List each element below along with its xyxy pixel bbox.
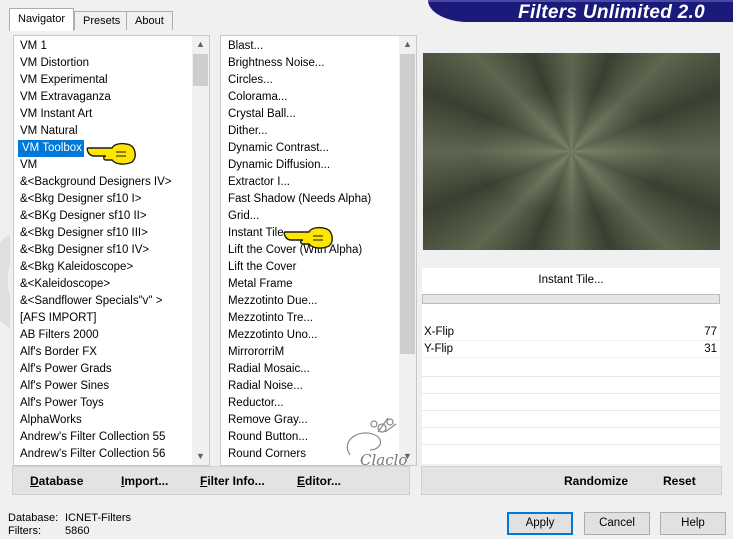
param-value: 77: [704, 326, 717, 338]
database-button[interactable]: Database: [30, 474, 83, 488]
param-row-xflip[interactable]: X-Flip 77: [422, 324, 720, 341]
tab-about[interactable]: About: [126, 11, 173, 30]
category-scrollbar[interactable]: ▲ ▼: [192, 36, 209, 465]
list-item[interactable]: Crystal Ball...: [221, 106, 371, 123]
tab-presets[interactable]: Presets: [74, 11, 130, 30]
list-item[interactable]: &<Bkg Designer sf10 III>: [14, 225, 172, 242]
list-item[interactable]: Radial Mosaic...: [221, 361, 371, 378]
category-list[interactable]: VM 1 VM Distortion VM Experimental VM Extra…: [13, 35, 210, 466]
list-item[interactable]: Dynamic Contrast...: [221, 140, 371, 157]
help-button[interactable]: Help: [660, 512, 726, 535]
filter-list[interactable]: Blast... Brightness Noise... Circles... Col…: [220, 35, 417, 466]
filter-parameters: Instant Tile... X-Flip 77 Y-Flip 31: [422, 268, 720, 464]
list-item[interactable]: AB Filters 2000: [14, 327, 172, 344]
scroll-up-icon[interactable]: ▲: [192, 36, 209, 53]
param-row-yflip[interactable]: Y-Flip 31: [422, 341, 720, 358]
list-item[interactable]: Mezzotinto Uno...: [221, 327, 371, 344]
filter-name-display: Instant Tile...: [538, 274, 604, 286]
list-item[interactable]: &<Bkg Kaleidoscope>: [14, 259, 172, 276]
scroll-thumb[interactable]: [400, 54, 415, 354]
list-item[interactable]: &<Sandflower Specials"v" >: [14, 293, 172, 310]
scroll-down-icon[interactable]: ▼: [192, 448, 209, 465]
list-item[interactable]: AlphaWorks: [14, 412, 172, 429]
cancel-button[interactable]: Cancel: [584, 512, 650, 535]
app-title: Filters Unlimited 2.0: [518, 2, 705, 23]
filter-items: Blast... Brightness Noise... Circles... Col…: [221, 38, 371, 465]
list-item[interactable]: Grid...: [221, 208, 371, 225]
list-item[interactable]: &<Background Designers IV>: [14, 174, 172, 191]
list-item[interactable]: Alf's Power Toys: [14, 395, 172, 412]
progress-bar: [422, 294, 720, 304]
list-item[interactable]: Andrew's Filter Collection 56: [14, 446, 172, 463]
list-item[interactable]: Mezzotinto Tre...: [221, 310, 371, 327]
filter-scrollbar[interactable]: ▲ ▼: [399, 36, 416, 465]
apply-button[interactable]: Apply: [507, 512, 573, 535]
list-item[interactable]: VM Instant Art: [14, 106, 172, 123]
database-label: Database:: [8, 512, 59, 524]
editor-button[interactable]: Editor...: [297, 474, 341, 488]
list-item[interactable]: &<Kaleidoscope>: [14, 276, 172, 293]
pointing-hand-icon: [283, 226, 333, 249]
list-item[interactable]: VM 1: [14, 38, 172, 55]
param-row-empty: [422, 444, 720, 445]
scroll-thumb[interactable]: [193, 54, 208, 86]
filters-count-label: Filters:: [8, 525, 41, 537]
list-item[interactable]: Colorama...: [221, 89, 371, 106]
list-item[interactable]: Brightness Noise...: [221, 55, 371, 72]
reset-button[interactable]: Reset: [663, 474, 696, 488]
param-row-empty: [422, 427, 720, 428]
signature-logo: Claclo: [346, 417, 407, 469]
list-item[interactable]: Alf's Power Grads: [14, 361, 172, 378]
list-item[interactable]: Metal Frame: [221, 276, 371, 293]
list-item[interactable]: Mezzotinto Due...: [221, 293, 371, 310]
list-item[interactable]: Dynamic Diffusion...: [221, 157, 371, 174]
list-item[interactable]: Alf's Power Sines: [14, 378, 172, 395]
list-item[interactable]: &<Bkg Designer sf10 IV>: [14, 242, 172, 259]
list-item[interactable]: Fast Shadow (Needs Alpha): [221, 191, 371, 208]
list-item[interactable]: Circles...: [221, 72, 371, 89]
param-row-empty: [422, 376, 720, 377]
list-item[interactable]: VM Natural: [14, 123, 172, 140]
randomize-button[interactable]: Randomize: [564, 474, 628, 488]
param-label: Y-Flip: [424, 343, 453, 355]
tab-navigator[interactable]: Navigator: [9, 8, 75, 31]
filter-info-button[interactable]: Filter Info...: [200, 474, 265, 488]
list-item[interactable]: [AFS IMPORT]: [14, 310, 172, 327]
list-item[interactable]: Alf's Border FX: [14, 344, 172, 361]
list-item[interactable]: VM Toolbox: [18, 140, 84, 157]
list-item[interactable]: Dither...: [221, 123, 371, 140]
left-button-bar: Database Import... Filter Info... Editor…: [12, 466, 410, 495]
param-row-empty: [422, 410, 720, 411]
param-label: X-Flip: [424, 326, 455, 338]
list-item[interactable]: &<Bkg Designer sf10 I>: [14, 191, 172, 208]
category-items: VM 1 VM Distortion VM Experimental VM Extra…: [14, 38, 172, 465]
list-item[interactable]: VM Experimental: [14, 72, 172, 89]
list-item[interactable]: VM Distortion: [14, 55, 172, 72]
list-item[interactable]: VM Extravaganza: [14, 89, 172, 106]
right-button-bar: Randomize Reset: [421, 466, 722, 495]
param-value: 31: [704, 343, 717, 355]
list-item[interactable]: Blast...: [221, 38, 371, 55]
import-button[interactable]: Import...: [121, 474, 168, 488]
filter-preview: [423, 53, 720, 250]
database-value: ICNET-Filters: [65, 512, 131, 524]
filters-count-value: 5860: [65, 525, 90, 537]
list-item[interactable]: Radial Noise...: [221, 378, 371, 395]
app-logo-banner: Filters Unlimited 2.0: [428, 0, 733, 23]
pointing-hand-icon: [86, 142, 136, 165]
list-item[interactable]: Extractor I...: [221, 174, 371, 191]
list-item[interactable]: Lift the Cover: [221, 259, 371, 276]
list-item[interactable]: Andrew's Filter Collection 55: [14, 429, 172, 446]
list-item[interactable]: MirrororriM: [221, 344, 371, 361]
scroll-up-icon[interactable]: ▲: [399, 36, 416, 53]
param-row-empty: [422, 393, 720, 394]
list-item[interactable]: &<BKg Designer sf10 II>: [14, 208, 172, 225]
